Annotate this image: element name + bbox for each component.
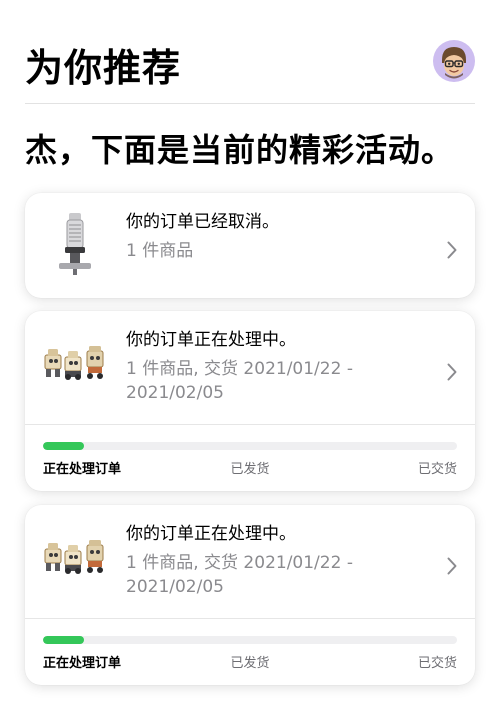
order-status-title: 你的订单已经取消。	[126, 212, 279, 232]
order-status-title: 你的订单正在处理中。	[126, 330, 296, 350]
step-shipped: 已发货	[230, 462, 270, 477]
microphone-image	[59, 213, 91, 275]
header: 为你推荐	[25, 40, 475, 104]
chevron-right-icon[interactable]	[447, 241, 457, 259]
memoji-avatar-icon	[442, 47, 466, 79]
chevron-right-icon[interactable]	[447, 363, 457, 381]
order-progress-fill	[43, 636, 85, 644]
order-delivery-info: 1 件商品, 交货 2021/01/22 - 2021/02/05	[126, 553, 353, 597]
order-status-title: 你的订单正在处理中。	[126, 524, 296, 544]
order-progress-bar	[43, 636, 457, 644]
chevron-right-icon[interactable]	[447, 557, 457, 575]
order-item-count: 1 件商品	[126, 241, 194, 261]
headline: 杰，下面是当前的精彩活动。	[25, 131, 455, 169]
order-progress-bar	[43, 442, 457, 450]
avatar[interactable]	[433, 40, 475, 82]
order-summary[interactable]: 你的订单已经取消。 1 件商品	[25, 193, 475, 298]
robot-kits-image	[44, 540, 104, 574]
order-delivery-info: 1 件商品, 交货 2021/01/22 - 2021/02/05	[126, 359, 353, 403]
order-card-processing[interactable]: 你的订单正在处理中。 1 件商品, 交货 2021/01/22 - 2021/0…	[25, 505, 475, 685]
order-summary[interactable]: 你的订单正在处理中。 1 件商品, 交货 2021/01/22 - 2021/0…	[25, 311, 475, 424]
order-summary[interactable]: 你的订单正在处理中。 1 件商品, 交货 2021/01/22 - 2021/0…	[25, 505, 475, 618]
step-shipped: 已发货	[230, 656, 270, 671]
divider	[25, 618, 475, 619]
divider	[25, 424, 475, 425]
order-card-processing[interactable]: 你的订单正在处理中。 1 件商品, 交货 2021/01/22 - 2021/0…	[25, 311, 475, 491]
order-progress-fill	[43, 442, 85, 450]
step-delivered: 已交货	[417, 656, 457, 671]
order-card-cancelled[interactable]: 你的订单已经取消。 1 件商品	[25, 193, 475, 298]
robot-kits-image	[44, 346, 104, 380]
step-delivered: 已交货	[417, 462, 457, 477]
page-title: 为你推荐	[25, 46, 182, 90]
